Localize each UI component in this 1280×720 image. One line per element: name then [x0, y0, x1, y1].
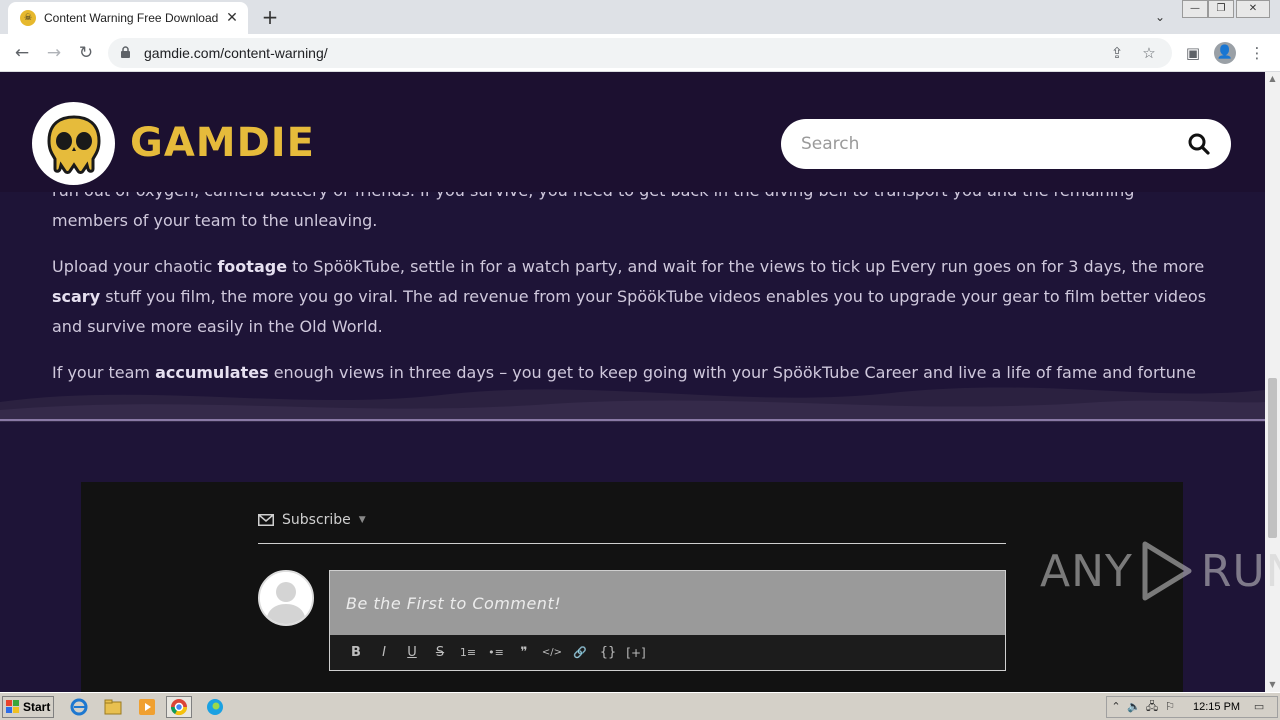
- strikethrough-button[interactable]: S: [426, 641, 454, 665]
- search-icon[interactable]: [1187, 132, 1211, 156]
- browser-tab-strip: ☠ Content Warning Free Download (v ✕ + ⌄…: [0, 0, 1280, 34]
- envelope-icon: [258, 514, 274, 526]
- show-desktop-icon[interactable]: ▭: [1250, 698, 1268, 716]
- windows-flag-icon: [6, 700, 19, 713]
- windows-taskbar: Start ⌃ 🔈 🖧 ⚐ 12:15 PM ▭: [0, 692, 1280, 720]
- site-search: [781, 119, 1231, 169]
- code-block-button[interactable]: {}: [594, 641, 622, 665]
- media-player-icon[interactable]: [134, 696, 160, 718]
- comments-section: Subscribe ▼ B I U S 1≡ •≡ ❞ </> 🔗: [81, 482, 1183, 692]
- system-tray: ⌃ 🔈 🖧 ⚐ 12:15 PM ▭: [1106, 696, 1278, 718]
- ordered-list-button[interactable]: 1≡: [454, 641, 482, 665]
- commenter-avatar: [258, 570, 314, 626]
- link-button[interactable]: 🔗: [566, 641, 594, 665]
- volume-icon[interactable]: 🔈: [1125, 698, 1143, 716]
- blockquote-button[interactable]: ❞: [510, 641, 538, 665]
- action-center-flag-icon[interactable]: ⚐: [1161, 698, 1179, 716]
- tab-search-chevron-icon[interactable]: ⌄: [1150, 7, 1170, 27]
- bold-button[interactable]: B: [342, 641, 370, 665]
- underline-button[interactable]: U: [398, 641, 426, 665]
- browser-toolbar: ← → ↻ gamdie.com/content-warning/ ⇪ ☆ ▣ …: [0, 34, 1280, 72]
- chrome-icon[interactable]: [166, 696, 192, 718]
- close-window-icon[interactable]: ✕: [1236, 0, 1270, 18]
- taskbar-clock[interactable]: 12:15 PM: [1193, 701, 1240, 713]
- site-logo[interactable]: [32, 102, 115, 185]
- play-logo-icon: [1142, 541, 1192, 601]
- skull-logo-icon: [46, 114, 101, 174]
- skull-favicon-icon: ☠: [20, 10, 36, 26]
- profile-avatar-icon[interactable]: 👤: [1214, 42, 1236, 64]
- browser-tab[interactable]: ☠ Content Warning Free Download (v ✕: [8, 2, 248, 34]
- internet-explorer-icon[interactable]: [66, 696, 92, 718]
- scroll-up-icon[interactable]: ▲: [1265, 72, 1280, 86]
- article-body: run out of oxygen, camera battery or fri…: [52, 176, 1212, 404]
- subscribe-label: Subscribe: [282, 512, 351, 528]
- back-arrow-icon[interactable]: ←: [10, 41, 34, 65]
- caret-down-icon: ▼: [358, 515, 366, 525]
- comment-editor: B I U S 1≡ •≡ ❞ </> 🔗 {} [+]: [329, 570, 1006, 671]
- site-header: GAMDIE: [0, 72, 1265, 192]
- unordered-list-button[interactable]: •≡: [482, 641, 510, 665]
- scroll-down-icon[interactable]: ▼: [1265, 678, 1280, 692]
- file-explorer-icon[interactable]: [100, 696, 126, 718]
- side-panel-icon[interactable]: ▣: [1182, 42, 1204, 64]
- url-text: gamdie.com/content-warning/: [144, 45, 328, 61]
- anyrun-watermark: ANY RUN: [1040, 540, 1280, 602]
- article-paragraph: If your team accumulates enough views in…: [52, 363, 1196, 382]
- italic-button[interactable]: I: [370, 641, 398, 665]
- start-button[interactable]: Start: [2, 696, 54, 718]
- reload-icon[interactable]: ↻: [74, 41, 98, 65]
- tab-title: Content Warning Free Download (v: [44, 11, 218, 25]
- user-silhouette-icon: [260, 572, 312, 624]
- search-input[interactable]: [801, 134, 1187, 154]
- restore-window-icon[interactable]: ❐: [1208, 0, 1234, 18]
- new-tab-button[interactable]: +: [258, 6, 282, 30]
- editor-toolbar: B I U S 1≡ •≡ ❞ </> 🔗 {} [+]: [330, 635, 1005, 670]
- share-icon[interactable]: ⇪: [1106, 42, 1128, 64]
- scroll-thumb[interactable]: [1268, 378, 1277, 538]
- site-logo-text[interactable]: GAMDIE: [130, 120, 315, 166]
- forward-arrow-icon[interactable]: →: [42, 41, 66, 65]
- subscribe-dropdown[interactable]: Subscribe ▼: [258, 512, 366, 528]
- spoiler-button[interactable]: [+]: [622, 641, 650, 665]
- show-hidden-icons-chevron-icon[interactable]: ⌃: [1107, 698, 1125, 716]
- bookmark-star-icon[interactable]: ☆: [1138, 42, 1160, 64]
- address-bar[interactable]: gamdie.com/content-warning/ ⇪ ☆: [108, 38, 1172, 68]
- lock-icon: [120, 46, 134, 60]
- subscribe-underline: [258, 543, 1006, 544]
- edge-icon[interactable]: [202, 696, 228, 718]
- network-icon[interactable]: 🖧: [1143, 698, 1161, 716]
- minimize-window-icon[interactable]: —: [1182, 0, 1208, 18]
- article-paragraph: Upload your chaotic footage to SpöökTube…: [52, 257, 1207, 336]
- close-tab-icon[interactable]: ✕: [224, 10, 240, 26]
- comment-input[interactable]: [330, 571, 1005, 635]
- kebab-menu-icon[interactable]: ⋮: [1246, 42, 1268, 64]
- section-divider: [0, 419, 1265, 421]
- code-button[interactable]: </>: [538, 641, 566, 665]
